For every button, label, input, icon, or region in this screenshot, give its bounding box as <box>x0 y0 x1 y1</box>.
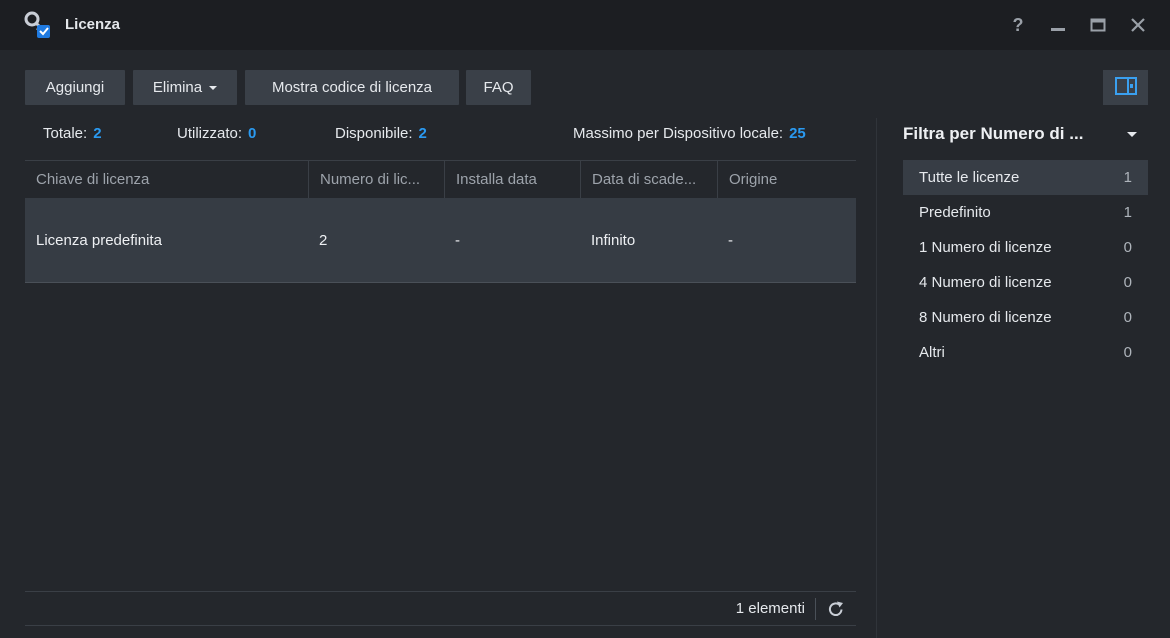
filter-item-label: 1 Numero di licenze <box>919 239 1052 256</box>
filter-item-count: 0 <box>1123 239 1132 256</box>
delete-button-label: Elimina <box>152 79 203 96</box>
license-key-icon <box>22 10 52 40</box>
table-row[interactable]: Licenza predefinita 2 - Infinito - <box>25 198 856 283</box>
filter-item-4-licenses[interactable]: 4 Numero di licenze 0 <box>903 265 1148 300</box>
cell-license-count: 2 <box>319 231 328 249</box>
delete-button[interactable]: Elimina <box>133 70 237 105</box>
column-header-install-date[interactable]: Installa data <box>445 161 581 198</box>
filter-dropdown[interactable]: Filtra per Numero di ... <box>903 124 1148 144</box>
show-license-code-button[interactable]: Mostra codice di licenza <box>245 70 459 105</box>
side-panel-toggle-button[interactable] <box>1103 70 1148 105</box>
cell-install-date: - <box>455 231 460 249</box>
filter-item-count: 1 <box>1123 169 1132 186</box>
filter-item-label: Altri <box>919 344 945 361</box>
refresh-icon[interactable] <box>826 599 846 619</box>
stat-max-label: Massimo per Dispositivo locale: <box>573 125 784 142</box>
filter-item-label: Predefinito <box>919 204 991 221</box>
column-header-expiry-date[interactable]: Data di scade... <box>581 161 718 198</box>
stat-max-per-device: Massimo per Dispositivo locale: 25 <box>573 125 806 142</box>
filter-item-label: 8 Numero di licenze <box>919 309 1052 326</box>
filter-item-8-licenses[interactable]: 8 Numero di licenze 0 <box>903 300 1148 335</box>
cell-license-key: Licenza predefinita <box>36 231 162 249</box>
stat-used: Utilizzato: 0 <box>177 125 256 142</box>
column-header-origin[interactable]: Origine <box>718 161 856 198</box>
add-button[interactable]: Aggiungi <box>25 70 125 105</box>
column-header-license-key[interactable]: Chiave di licenza <box>25 161 309 198</box>
side-panel-icon <box>1114 77 1137 98</box>
stat-total-label: Totale: <box>43 125 88 142</box>
column-header-license-count[interactable]: Numero di lic... <box>309 161 445 198</box>
stat-total-value: 2 <box>93 125 102 142</box>
stat-used-value: 0 <box>248 125 257 142</box>
filter-item-all[interactable]: Tutte le licenze 1 <box>903 160 1148 195</box>
filter-item-label: 4 Numero di licenze <box>919 274 1052 291</box>
filter-item-count: 1 <box>1123 204 1132 221</box>
footer-separator <box>815 598 816 620</box>
chevron-down-icon <box>1127 132 1137 137</box>
chevron-down-icon <box>209 85 218 90</box>
filter-item-others[interactable]: Altri 0 <box>903 335 1148 370</box>
item-count: 1 elementi <box>735 600 805 617</box>
side-panel-divider <box>876 118 877 638</box>
filter-item-default[interactable]: Predefinito 1 <box>903 195 1148 230</box>
cell-origin: - <box>728 231 733 249</box>
faq-button[interactable]: FAQ <box>466 70 531 105</box>
stat-total: Totale: 2 <box>43 125 102 142</box>
window-title: Licenza <box>65 16 121 33</box>
filter-item-count: 0 <box>1123 309 1132 326</box>
filter-item-count: 0 <box>1123 274 1132 291</box>
maximize-icon[interactable] <box>1086 13 1110 37</box>
close-icon[interactable] <box>1126 13 1150 37</box>
stat-available-label: Disponibile: <box>335 125 413 142</box>
cell-expiry-date: Infinito <box>591 231 636 249</box>
stat-max-value: 25 <box>789 125 806 142</box>
filter-item-count: 0 <box>1123 344 1132 361</box>
filter-item-label: Tutte le licenze <box>919 169 1020 186</box>
filter-dropdown-label: Filtra per Numero di ... <box>903 124 1084 143</box>
help-icon[interactable]: ? <box>1006 13 1030 37</box>
stat-available: Disponibile: 2 <box>335 125 427 142</box>
stat-used-label: Utilizzato: <box>177 125 243 142</box>
filter-item-1-license[interactable]: 1 Numero di licenze 0 <box>903 230 1148 265</box>
footer-divider <box>25 591 856 592</box>
footer-bottom-divider <box>25 625 856 626</box>
minimize-icon[interactable] <box>1046 13 1070 37</box>
stat-available-value: 2 <box>418 125 427 142</box>
title-bar: Licenza ? <box>0 0 1170 50</box>
table-header: Chiave di licenza Numero di lic... Insta… <box>25 160 856 198</box>
